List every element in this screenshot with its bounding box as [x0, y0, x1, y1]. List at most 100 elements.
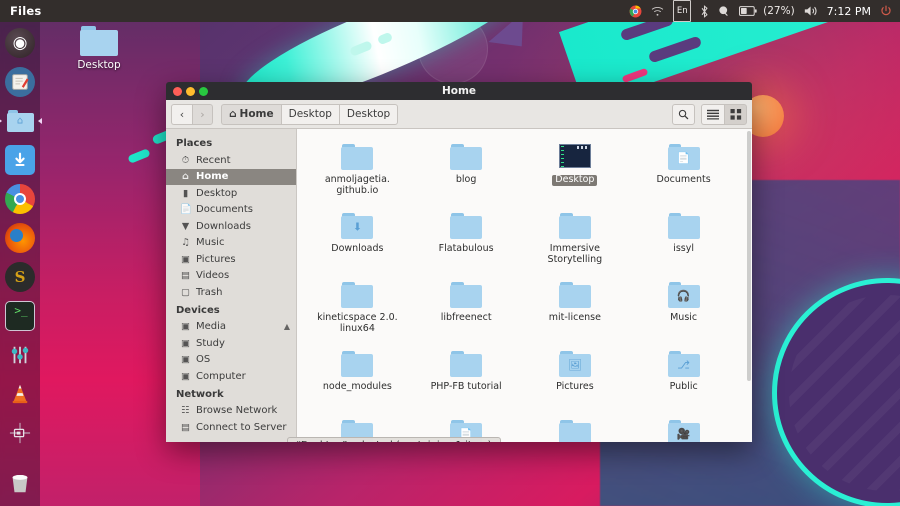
file-item[interactable]: Desktop: [521, 139, 630, 208]
file-item[interactable]: Flatabulous: [412, 208, 521, 277]
back-button[interactable]: ‹: [171, 104, 192, 125]
vlc-launcher-icon[interactable]: [5, 379, 35, 409]
list-view-icon[interactable]: [701, 104, 724, 125]
file-item[interactable]: ⬇ Downloads: [303, 208, 412, 277]
volume-icon[interactable]: [804, 0, 818, 22]
file-item[interactable]: node_modules: [303, 346, 412, 415]
panel-app-name[interactable]: Files: [0, 4, 51, 18]
forward-button[interactable]: ›: [192, 104, 213, 125]
file-item[interactable]: ⎇Public: [629, 346, 738, 415]
window-toolbar: ‹ › ⌂ Home Desktop Desktop: [166, 100, 752, 129]
grid-view-icon[interactable]: [724, 104, 747, 125]
sidebar-item-os[interactable]: ▣OS: [166, 352, 296, 369]
folder-shape: [668, 213, 700, 239]
drive-icon: ▣: [180, 354, 191, 365]
folder-icon: [558, 210, 592, 240]
file-item[interactable]: kineticspace 2.0.linux64: [303, 277, 412, 346]
keyboard-layout-indicator[interactable]: En: [673, 0, 691, 22]
file-item[interactable]: ImmersiveStorytelling: [521, 208, 630, 277]
file-item[interactable]: 📄Documents: [629, 139, 738, 208]
chrome-icon[interactable]: [629, 0, 642, 22]
scrollbar-thumb[interactable]: [747, 131, 751, 381]
sidebar-item-browse-network[interactable]: ☷Browse Network: [166, 403, 296, 420]
sublime-text-launcher-icon[interactable]: S: [5, 262, 35, 292]
file-item[interactable]: PHP-FB tutorial: [412, 346, 521, 415]
firefox-launcher-icon[interactable]: [5, 223, 35, 253]
file-item[interactable]: anmoljagetia.github.io: [303, 139, 412, 208]
folder-shape: [559, 282, 591, 308]
file-name-label: Music: [670, 313, 697, 324]
vertical-scrollbar[interactable]: [747, 131, 751, 440]
battery-icon[interactable]: [739, 0, 757, 22]
sidebar-item-desktop[interactable]: ▮Desktop: [166, 185, 296, 202]
trash-launcher-icon[interactable]: [5, 468, 35, 498]
file-grid-area[interactable]: anmoljagetia.github.ioblog Desktop 📄Docume…: [297, 129, 752, 442]
file-item[interactable]: libfreenect: [412, 277, 521, 346]
sidebar-item-trash[interactable]: ▢Trash: [166, 284, 296, 301]
power-icon[interactable]: [880, 0, 892, 22]
sidebar-item-recent[interactable]: ⏱Recent: [166, 152, 296, 169]
sidebar-group-devices: Devices: [166, 301, 296, 319]
home-icon: ⌂: [180, 171, 191, 182]
sidebar-item-computer[interactable]: ▣Computer: [166, 368, 296, 385]
chrome-launcher-icon[interactable]: [5, 184, 35, 214]
chrome-center-glyph: [16, 195, 24, 203]
wifi-icon[interactable]: [651, 0, 664, 22]
breadcrumb-label: Home: [240, 108, 274, 120]
ubuntu-dash-icon[interactable]: ◉: [5, 28, 35, 58]
file-item[interactable]: 🖼Pictures: [521, 346, 630, 415]
file-item[interactable]: blog: [412, 139, 521, 208]
terminal-launcher-icon[interactable]: >_: [5, 301, 35, 331]
sidebar-item-home[interactable]: ⌂ Home: [166, 169, 296, 186]
sidebar-group-network: Network: [166, 385, 296, 403]
drive-icon: ▣: [180, 338, 191, 349]
sidebar-item-videos[interactable]: ▤Videos: [166, 268, 296, 285]
folder-shape: [341, 282, 373, 308]
sidebar-item-label: Downloads: [196, 221, 251, 232]
folder-icon: 📄: [667, 141, 701, 171]
folder-icon: [449, 348, 483, 378]
desktop-root: Desktop Files En (27%) 7:: [0, 0, 900, 506]
desktop-icon-desktop[interactable]: Desktop: [68, 26, 130, 71]
file-item[interactable]: issyl: [629, 208, 738, 277]
folder-shape: [559, 420, 591, 442]
breadcrumb-item-home[interactable]: ⌂ Home: [221, 104, 281, 125]
folder-shape: ⬇: [341, 213, 373, 239]
screenshot-launcher-icon[interactable]: [5, 418, 35, 448]
sidebar-item-music[interactable]: ♫Music: [166, 235, 296, 252]
system-settings-launcher-icon[interactable]: [5, 340, 35, 370]
text-editor-icon[interactable]: [5, 67, 35, 97]
file-item[interactable]: 🎧Music: [629, 277, 738, 346]
server-icon: ▤: [180, 422, 191, 433]
sidebar-item-label: Pictures: [196, 254, 236, 265]
sidebar-item-study[interactable]: ▣Study: [166, 335, 296, 352]
file-name-label: Desktop: [552, 175, 597, 186]
breadcrumb-item-desktop-2[interactable]: Desktop: [339, 104, 398, 125]
eject-icon[interactable]: ▲: [284, 322, 290, 331]
sidebar-item-pictures[interactable]: ▣Pictures: [166, 251, 296, 268]
file-item[interactable]: tmp: [521, 415, 630, 442]
sidebar-item-media[interactable]: ▣Media▲: [166, 319, 296, 336]
breadcrumb-item-desktop-1[interactable]: Desktop: [281, 104, 339, 125]
sidebar-item-connect-to-server[interactable]: ▤Connect to Server: [166, 419, 296, 436]
sidebar-item-label: Home: [196, 171, 228, 182]
files-launcher-icon[interactable]: ⌂: [5, 106, 35, 136]
folder-shape: [450, 351, 482, 377]
sidebar-item-downloads[interactable]: ▼Downloads: [166, 218, 296, 235]
clock-label[interactable]: 7:12 PM: [827, 0, 871, 22]
window-titlebar[interactable]: Home: [166, 82, 752, 100]
top-panel: Files En (27%) 7:12 PM: [0, 0, 900, 22]
file-item[interactable]: mit-license: [521, 277, 630, 346]
document-icon: 📄: [180, 204, 191, 215]
bluetooth-icon[interactable]: [700, 0, 709, 22]
file-grid: anmoljagetia.github.ioblog Desktop 📄Docume…: [297, 129, 752, 442]
home-icon: ⌂: [229, 108, 237, 120]
search-icon[interactable]: [718, 0, 730, 22]
running-indicator-right: [38, 118, 42, 124]
file-item[interactable]: 🎥Videos: [629, 415, 738, 442]
sidebar-item-documents[interactable]: 📄Documents: [166, 202, 296, 219]
downloads-launcher-icon[interactable]: [5, 145, 35, 175]
search-icon[interactable]: [672, 104, 695, 125]
file-name-label: Downloads: [331, 244, 383, 255]
window-body: Places ⏱Recent ⌂Home ▮Desktop 📄Documents…: [166, 129, 752, 442]
